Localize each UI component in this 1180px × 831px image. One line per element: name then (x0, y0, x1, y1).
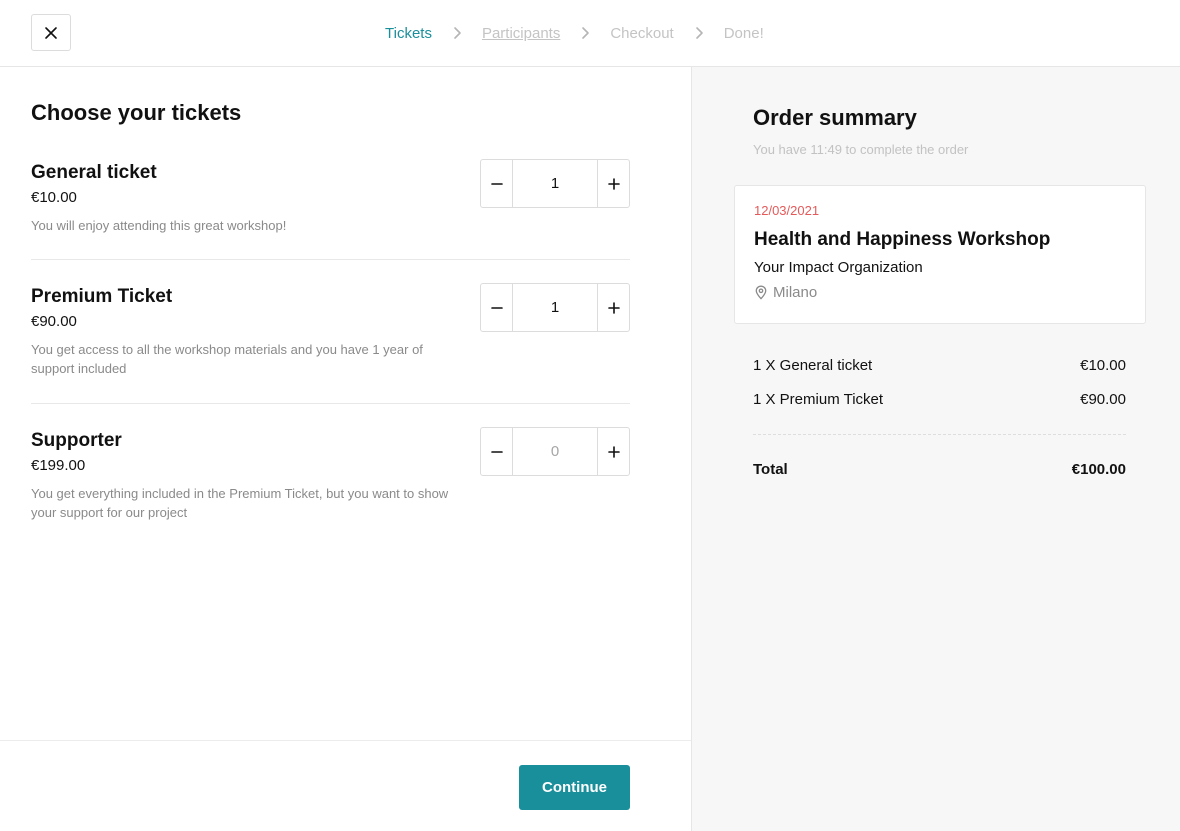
ticket-description: You get everything included in the Premi… (31, 486, 449, 520)
event-card: 12/03/2021 Health and Happiness Workshop… (734, 185, 1146, 324)
increment-button[interactable] (598, 284, 629, 331)
location-pin-icon (755, 285, 767, 300)
continue-button[interactable]: Continue (519, 765, 630, 810)
order-timer: You have 11:49 to complete the order (753, 142, 969, 157)
chevron-right-icon (432, 26, 482, 40)
quantity-field[interactable]: 1 (512, 160, 598, 207)
summary-total: Total €100.00 (753, 461, 1126, 478)
line-item-amount: €10.00 (1080, 357, 1126, 374)
total-label: Total (753, 461, 788, 478)
quantity-field[interactable]: 0 (512, 428, 598, 475)
minus-icon (490, 182, 503, 185)
total-amount: €100.00 (1071, 461, 1126, 478)
checkout-steps: Tickets Participants Checkout Done! (385, 22, 764, 44)
summary-line-item: 1 X Premium Ticket €90.00 (753, 391, 1126, 408)
minus-icon (490, 306, 503, 309)
summary-line-item: 1 X General ticket €10.00 (753, 357, 1126, 374)
plus-icon (607, 301, 620, 314)
decrement-button[interactable] (481, 160, 512, 207)
event-name: Health and Happiness Workshop (754, 229, 1051, 250)
event-location: Milano (754, 284, 817, 301)
decrement-button[interactable] (481, 428, 512, 475)
chevron-right-icon (560, 26, 610, 40)
top-bar: Tickets Participants Checkout Done! (0, 0, 1180, 67)
step-checkout: Checkout (610, 24, 674, 42)
close-button[interactable] (31, 14, 71, 51)
ticket-description: You get access to all the workshop mater… (31, 342, 423, 376)
increment-button[interactable] (598, 160, 629, 207)
summary-title: Order summary (753, 105, 917, 130)
line-item-amount: €90.00 (1080, 391, 1126, 408)
divider (31, 403, 630, 404)
close-icon (45, 26, 57, 39)
increment-button[interactable] (598, 428, 629, 475)
event-date: 12/03/2021 (754, 203, 820, 218)
plus-icon (607, 445, 620, 458)
quantity-stepper-premium: 1 (480, 283, 630, 332)
step-tickets[interactable]: Tickets (385, 25, 432, 42)
event-organization: Your Impact Organization (754, 259, 923, 276)
ticket-selection-panel: Choose your tickets General ticket €10.0… (0, 67, 691, 831)
line-item-label: 1 X General ticket (753, 357, 873, 374)
page-title: Choose your tickets (31, 100, 242, 125)
event-location-label: Milano (773, 284, 818, 301)
chevron-right-icon (674, 26, 724, 40)
minus-icon (490, 450, 503, 453)
step-done: Done! (723, 24, 764, 42)
step-participants[interactable]: Participants (482, 25, 560, 42)
divider (31, 259, 630, 260)
plus-icon (607, 177, 620, 190)
quantity-stepper-general: 1 (480, 159, 630, 208)
ticket-description: You will enjoy attending this great work… (31, 218, 287, 233)
order-summary-panel: Order summary You have 11:49 to complete… (691, 67, 1180, 831)
decrement-button[interactable] (481, 284, 512, 331)
line-item-label: 1 X Premium Ticket (753, 391, 884, 408)
summary-divider (753, 434, 1126, 435)
quantity-field[interactable]: 1 (512, 284, 598, 331)
quantity-stepper-supporter: 0 (480, 427, 630, 476)
footer-bar: Continue (0, 740, 691, 831)
